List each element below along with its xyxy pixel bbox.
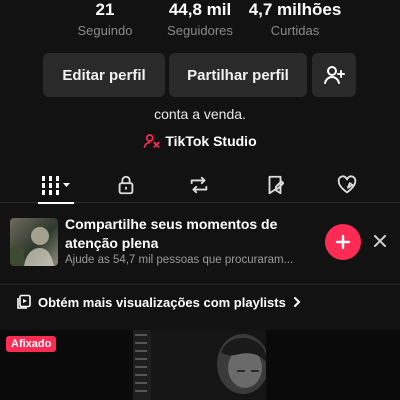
following-label: Seguindo xyxy=(77,23,133,38)
playlists-prompt[interactable]: Obtém mais visualizações com playlists xyxy=(16,294,302,310)
stat-followers[interactable]: 44,8 mil Seguidores xyxy=(150,0,250,38)
tab-liked[interactable] xyxy=(325,170,369,200)
tiktok-studio-label: TikTok Studio xyxy=(165,133,257,149)
liked-icon xyxy=(337,175,357,194)
video-tile[interactable] xyxy=(267,330,400,400)
tab-videos[interactable] xyxy=(34,170,78,204)
create-button[interactable] xyxy=(325,224,361,260)
tab-saved[interactable] xyxy=(253,170,297,200)
promo-banner[interactable]: Compartilhe seus momentos de atenção ple… xyxy=(0,212,400,274)
close-icon xyxy=(374,235,386,247)
tiktok-studio-link[interactable]: TikTok Studio xyxy=(0,132,400,150)
repost-icon xyxy=(190,176,208,194)
share-profile-button[interactable]: Partilhar perfil xyxy=(169,53,307,97)
pinned-badge: Afixado xyxy=(6,336,57,352)
video-grid: Afixado xyxy=(0,330,400,400)
tiktok-studio-icon xyxy=(144,134,160,148)
stats-row: 21 Seguindo 44,8 mil Seguidores 4,7 milh… xyxy=(0,0,400,44)
video-tile[interactable] xyxy=(133,330,266,400)
followers-label: Seguidores xyxy=(167,23,233,38)
following-count: 21 xyxy=(95,0,115,19)
promo-title: Compartilhe seus momentos de atenção ple… xyxy=(65,216,278,251)
profile-tabs xyxy=(0,166,400,204)
video-tile[interactable]: Afixado xyxy=(0,330,132,400)
tab-reposts[interactable] xyxy=(177,170,221,200)
followers-count: 44,8 mil xyxy=(168,0,232,19)
saved-icon xyxy=(268,175,285,195)
playlist-icon xyxy=(17,294,31,309)
dismiss-button[interactable] xyxy=(369,230,391,252)
playlists-label: Obtém mais visualizações com playlists xyxy=(38,294,286,310)
divider xyxy=(0,284,400,285)
stat-likes[interactable]: 4,7 milhões Curtidas xyxy=(245,0,345,38)
stat-following[interactable]: 21 Seguindo xyxy=(55,0,155,38)
profile-bio: conta a venda. xyxy=(154,106,246,122)
plus-icon xyxy=(335,234,351,250)
grid-icon xyxy=(42,176,70,195)
likes-count: 4,7 milhões xyxy=(248,0,342,19)
add-friend-button[interactable] xyxy=(312,53,356,97)
add-user-icon xyxy=(324,66,345,84)
likes-label: Curtidas xyxy=(270,23,320,38)
video-thumbnail xyxy=(133,330,266,400)
chevron-right-icon xyxy=(293,297,301,307)
lock-icon xyxy=(118,175,134,195)
promo-subtitle: Ajude as 54,7 mil pessoas que procuraram… xyxy=(65,254,294,266)
promo-thumbnail xyxy=(10,218,58,266)
edit-profile-button[interactable]: Editar perfil xyxy=(43,53,165,97)
tab-private[interactable] xyxy=(104,170,148,200)
